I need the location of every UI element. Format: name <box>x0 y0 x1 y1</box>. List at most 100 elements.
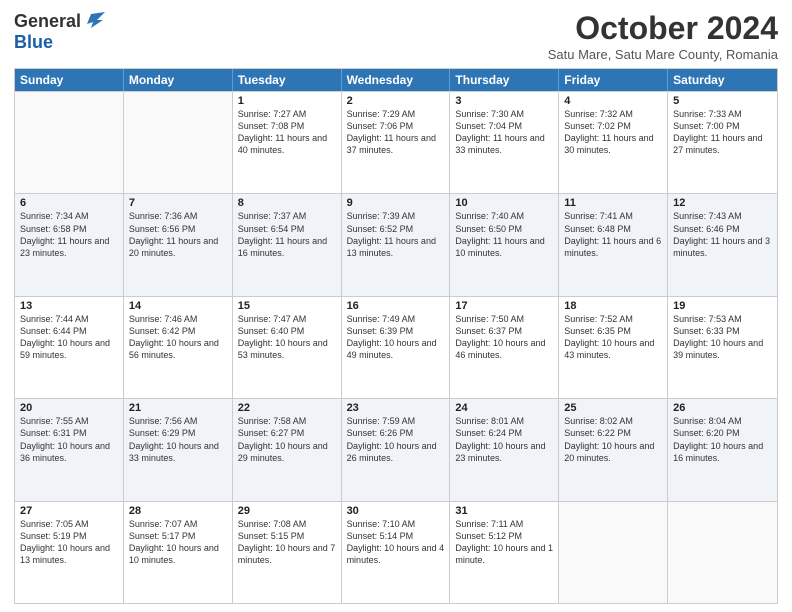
logo-bird-icon <box>83 10 105 32</box>
day-info: Sunrise: 7:50 AM Sunset: 6:37 PM Dayligh… <box>455 313 553 362</box>
day-number: 31 <box>455 505 553 517</box>
day-info: Sunrise: 7:53 AM Sunset: 6:33 PM Dayligh… <box>673 313 772 362</box>
day-number: 12 <box>673 197 772 209</box>
day-number: 25 <box>564 402 662 414</box>
calendar-cell: 30Sunrise: 7:10 AM Sunset: 5:14 PM Dayli… <box>342 502 451 603</box>
calendar-cell: 22Sunrise: 7:58 AM Sunset: 6:27 PM Dayli… <box>233 399 342 500</box>
calendar: SundayMondayTuesdayWednesdayThursdayFrid… <box>14 68 778 604</box>
day-number: 6 <box>20 197 118 209</box>
day-info: Sunrise: 7:52 AM Sunset: 6:35 PM Dayligh… <box>564 313 662 362</box>
day-info: Sunrise: 7:34 AM Sunset: 6:58 PM Dayligh… <box>20 210 118 259</box>
day-number: 14 <box>129 300 227 312</box>
day-info: Sunrise: 7:47 AM Sunset: 6:40 PM Dayligh… <box>238 313 336 362</box>
day-number: 22 <box>238 402 336 414</box>
calendar-row-2: 6Sunrise: 7:34 AM Sunset: 6:58 PM Daylig… <box>15 193 777 295</box>
day-number: 19 <box>673 300 772 312</box>
day-number: 2 <box>347 95 445 107</box>
calendar-cell: 10Sunrise: 7:40 AM Sunset: 6:50 PM Dayli… <box>450 194 559 295</box>
day-number: 10 <box>455 197 553 209</box>
title-block: October 2024 Satu Mare, Satu Mare County… <box>548 10 778 62</box>
day-info: Sunrise: 7:40 AM Sunset: 6:50 PM Dayligh… <box>455 210 553 259</box>
day-number: 3 <box>455 95 553 107</box>
calendar-cell <box>15 92 124 193</box>
day-number: 29 <box>238 505 336 517</box>
day-number: 11 <box>564 197 662 209</box>
calendar-cell <box>668 502 777 603</box>
day-number: 13 <box>20 300 118 312</box>
day-number: 28 <box>129 505 227 517</box>
calendar-cell: 5Sunrise: 7:33 AM Sunset: 7:00 PM Daylig… <box>668 92 777 193</box>
day-info: Sunrise: 7:30 AM Sunset: 7:04 PM Dayligh… <box>455 108 553 157</box>
calendar-cell: 2Sunrise: 7:29 AM Sunset: 7:06 PM Daylig… <box>342 92 451 193</box>
day-number: 7 <box>129 197 227 209</box>
day-info: Sunrise: 7:05 AM Sunset: 5:19 PM Dayligh… <box>20 518 118 567</box>
day-number: 24 <box>455 402 553 414</box>
day-number: 1 <box>238 95 336 107</box>
calendar-cell: 19Sunrise: 7:53 AM Sunset: 6:33 PM Dayli… <box>668 297 777 398</box>
weekday-header-saturday: Saturday <box>668 69 777 91</box>
calendar-cell: 29Sunrise: 7:08 AM Sunset: 5:15 PM Dayli… <box>233 502 342 603</box>
day-number: 4 <box>564 95 662 107</box>
day-info: Sunrise: 7:08 AM Sunset: 5:15 PM Dayligh… <box>238 518 336 567</box>
day-info: Sunrise: 7:39 AM Sunset: 6:52 PM Dayligh… <box>347 210 445 259</box>
day-info: Sunrise: 7:32 AM Sunset: 7:02 PM Dayligh… <box>564 108 662 157</box>
day-number: 30 <box>347 505 445 517</box>
weekday-header-sunday: Sunday <box>15 69 124 91</box>
calendar-cell: 20Sunrise: 7:55 AM Sunset: 6:31 PM Dayli… <box>15 399 124 500</box>
calendar-cell: 12Sunrise: 7:43 AM Sunset: 6:46 PM Dayli… <box>668 194 777 295</box>
day-info: Sunrise: 7:44 AM Sunset: 6:44 PM Dayligh… <box>20 313 118 362</box>
calendar-cell: 25Sunrise: 8:02 AM Sunset: 6:22 PM Dayli… <box>559 399 668 500</box>
day-info: Sunrise: 7:11 AM Sunset: 5:12 PM Dayligh… <box>455 518 553 567</box>
month-title: October 2024 <box>548 10 778 47</box>
day-info: Sunrise: 7:58 AM Sunset: 6:27 PM Dayligh… <box>238 415 336 464</box>
calendar-cell: 9Sunrise: 7:39 AM Sunset: 6:52 PM Daylig… <box>342 194 451 295</box>
calendar-cell: 18Sunrise: 7:52 AM Sunset: 6:35 PM Dayli… <box>559 297 668 398</box>
calendar-cell: 26Sunrise: 8:04 AM Sunset: 6:20 PM Dayli… <box>668 399 777 500</box>
calendar-cell: 7Sunrise: 7:36 AM Sunset: 6:56 PM Daylig… <box>124 194 233 295</box>
day-number: 15 <box>238 300 336 312</box>
day-number: 26 <box>673 402 772 414</box>
calendar-cell: 1Sunrise: 7:27 AM Sunset: 7:08 PM Daylig… <box>233 92 342 193</box>
calendar-header: SundayMondayTuesdayWednesdayThursdayFrid… <box>15 69 777 91</box>
calendar-cell: 17Sunrise: 7:50 AM Sunset: 6:37 PM Dayli… <box>450 297 559 398</box>
day-info: Sunrise: 7:59 AM Sunset: 6:26 PM Dayligh… <box>347 415 445 464</box>
calendar-cell: 14Sunrise: 7:46 AM Sunset: 6:42 PM Dayli… <box>124 297 233 398</box>
day-info: Sunrise: 7:10 AM Sunset: 5:14 PM Dayligh… <box>347 518 445 567</box>
calendar-cell <box>124 92 233 193</box>
logo-blue-text: Blue <box>14 32 53 53</box>
day-number: 16 <box>347 300 445 312</box>
calendar-body: 1Sunrise: 7:27 AM Sunset: 7:08 PM Daylig… <box>15 91 777 603</box>
calendar-cell: 15Sunrise: 7:47 AM Sunset: 6:40 PM Dayli… <box>233 297 342 398</box>
day-info: Sunrise: 7:29 AM Sunset: 7:06 PM Dayligh… <box>347 108 445 157</box>
day-info: Sunrise: 7:46 AM Sunset: 6:42 PM Dayligh… <box>129 313 227 362</box>
logo-general-text: General <box>14 11 81 32</box>
day-info: Sunrise: 8:02 AM Sunset: 6:22 PM Dayligh… <box>564 415 662 464</box>
weekday-header-thursday: Thursday <box>450 69 559 91</box>
calendar-cell: 31Sunrise: 7:11 AM Sunset: 5:12 PM Dayli… <box>450 502 559 603</box>
calendar-cell: 23Sunrise: 7:59 AM Sunset: 6:26 PM Dayli… <box>342 399 451 500</box>
day-info: Sunrise: 7:36 AM Sunset: 6:56 PM Dayligh… <box>129 210 227 259</box>
day-number: 9 <box>347 197 445 209</box>
day-info: Sunrise: 8:04 AM Sunset: 6:20 PM Dayligh… <box>673 415 772 464</box>
calendar-cell: 6Sunrise: 7:34 AM Sunset: 6:58 PM Daylig… <box>15 194 124 295</box>
day-info: Sunrise: 7:37 AM Sunset: 6:54 PM Dayligh… <box>238 210 336 259</box>
weekday-header-friday: Friday <box>559 69 668 91</box>
calendar-row-4: 20Sunrise: 7:55 AM Sunset: 6:31 PM Dayli… <box>15 398 777 500</box>
weekday-header-tuesday: Tuesday <box>233 69 342 91</box>
day-info: Sunrise: 7:43 AM Sunset: 6:46 PM Dayligh… <box>673 210 772 259</box>
calendar-cell: 13Sunrise: 7:44 AM Sunset: 6:44 PM Dayli… <box>15 297 124 398</box>
day-number: 8 <box>238 197 336 209</box>
day-info: Sunrise: 7:55 AM Sunset: 6:31 PM Dayligh… <box>20 415 118 464</box>
day-number: 17 <box>455 300 553 312</box>
page: General Blue October 2024 Satu Mare, Sat… <box>0 0 792 612</box>
calendar-cell <box>559 502 668 603</box>
calendar-cell: 3Sunrise: 7:30 AM Sunset: 7:04 PM Daylig… <box>450 92 559 193</box>
day-info: Sunrise: 7:41 AM Sunset: 6:48 PM Dayligh… <box>564 210 662 259</box>
weekday-header-monday: Monday <box>124 69 233 91</box>
day-number: 5 <box>673 95 772 107</box>
day-number: 18 <box>564 300 662 312</box>
weekday-header-wednesday: Wednesday <box>342 69 451 91</box>
day-info: Sunrise: 7:49 AM Sunset: 6:39 PM Dayligh… <box>347 313 445 362</box>
day-number: 20 <box>20 402 118 414</box>
calendar-row-5: 27Sunrise: 7:05 AM Sunset: 5:19 PM Dayli… <box>15 501 777 603</box>
